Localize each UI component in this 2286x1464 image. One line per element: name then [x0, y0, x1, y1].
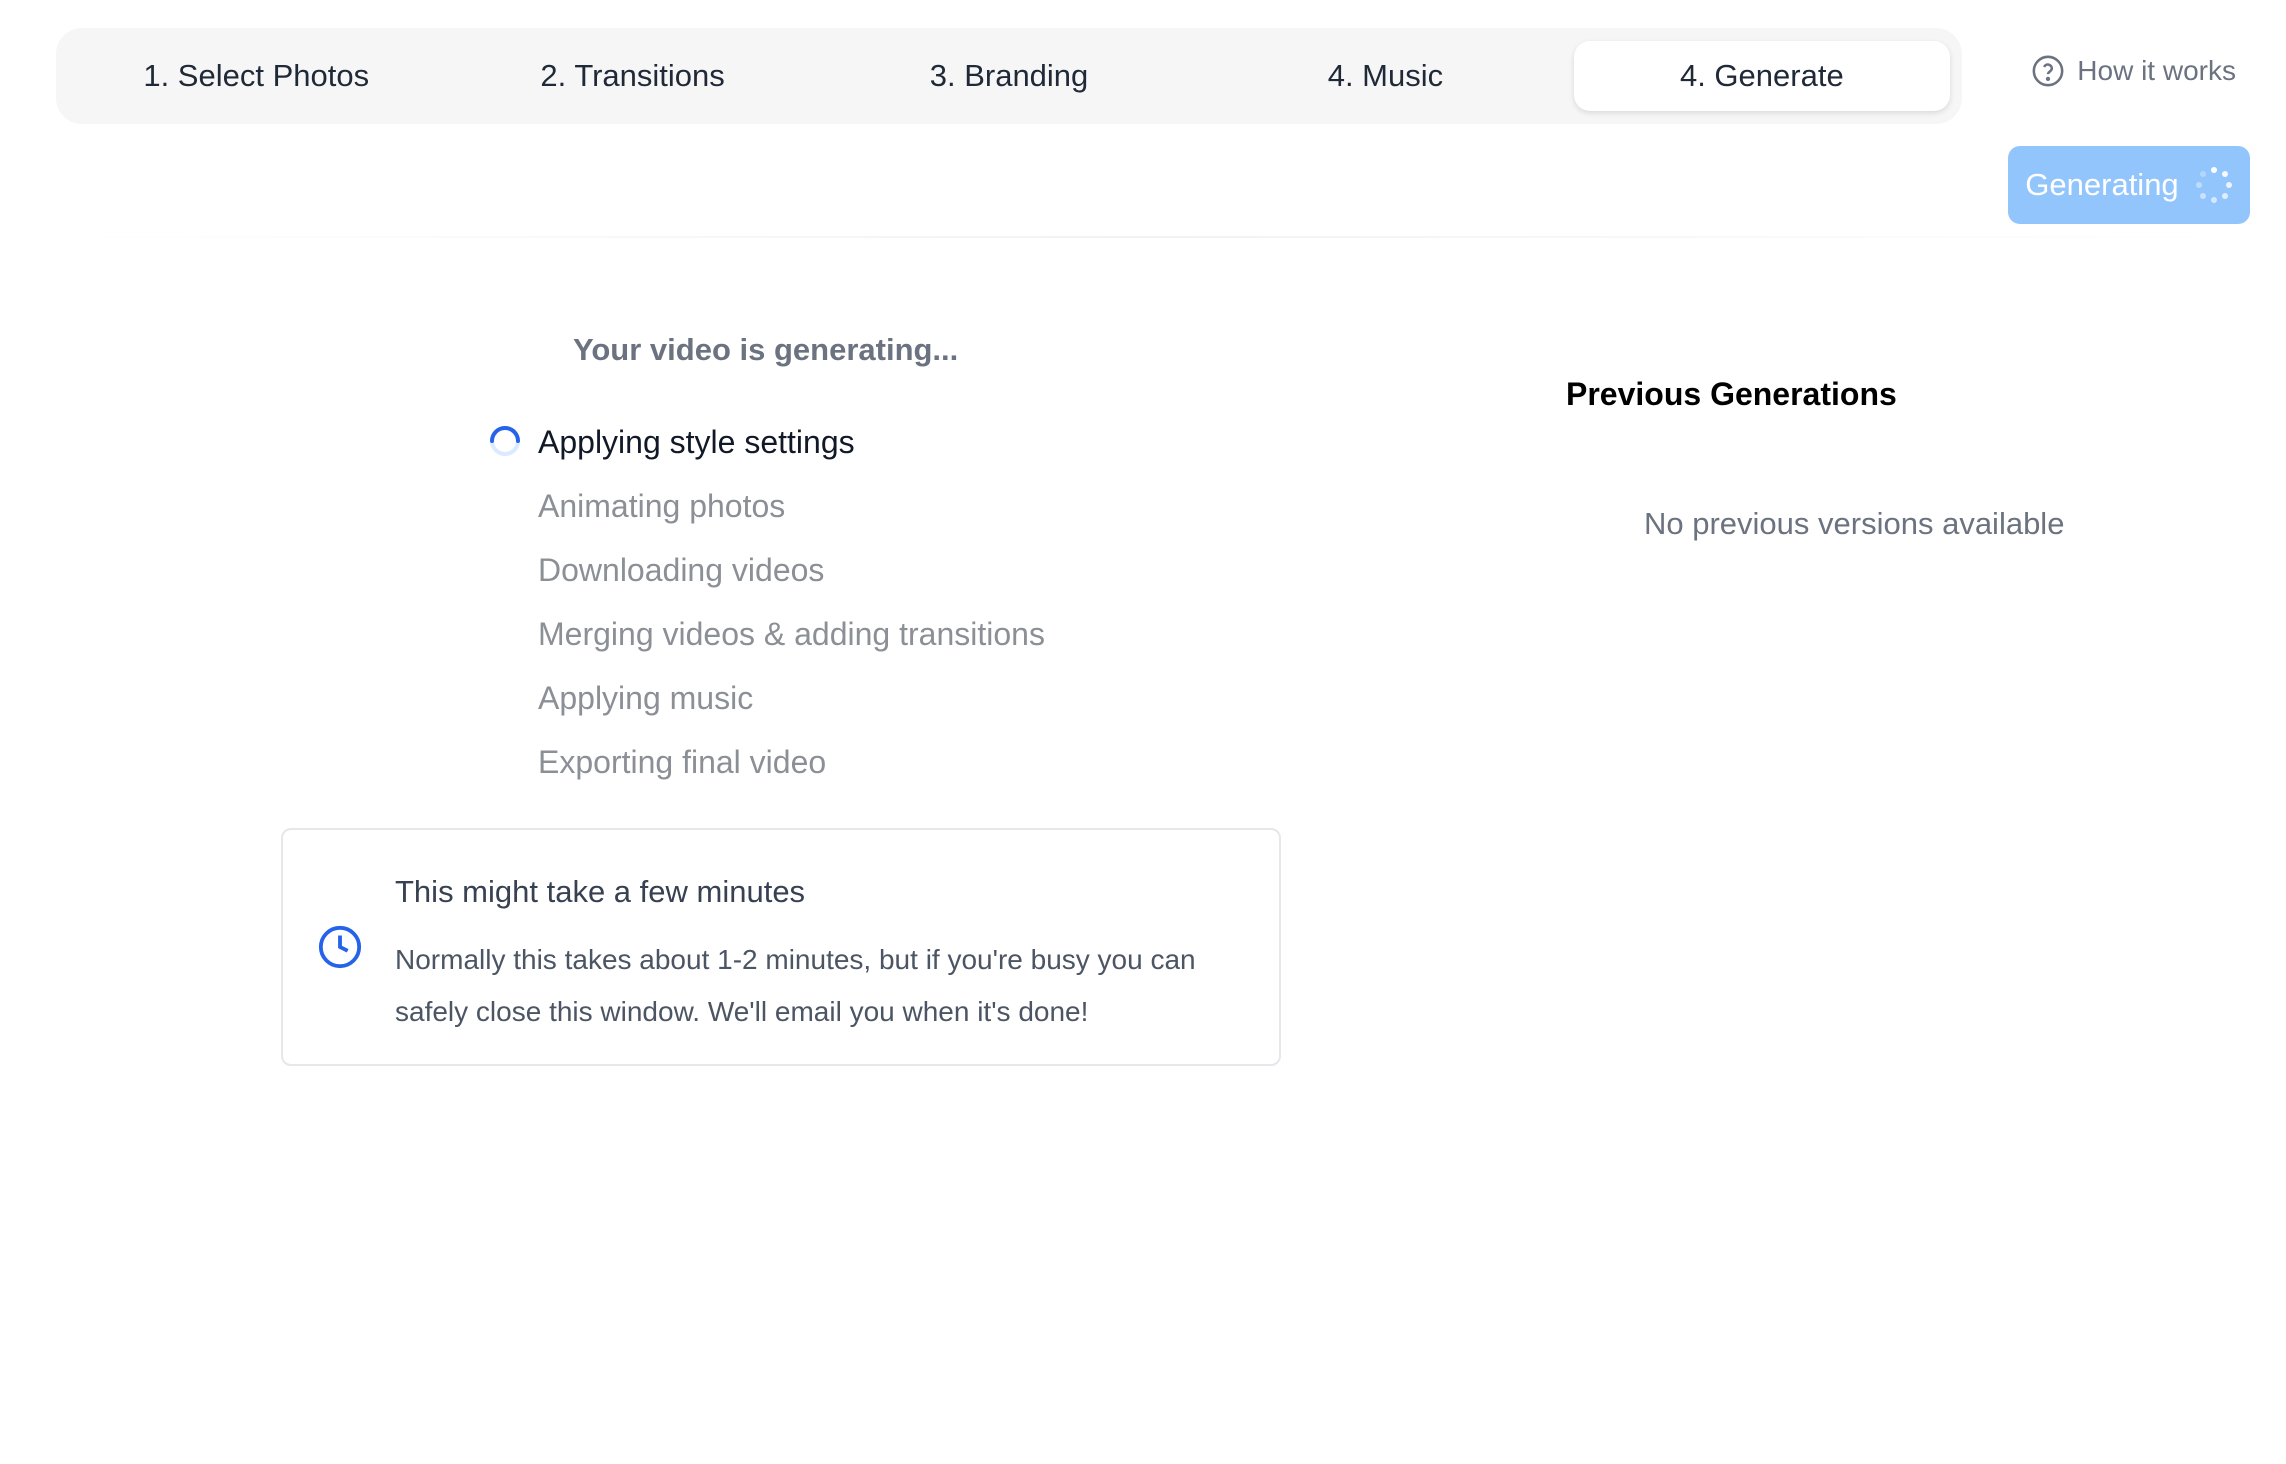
progress-item: Applying music	[488, 666, 1045, 730]
progress-item-label: Applying style settings	[538, 423, 855, 460]
progress-item-label: Applying music	[538, 679, 754, 716]
progress-item: Animating photos	[488, 474, 1045, 538]
how-it-works-label: How it works	[2077, 55, 2236, 86]
info-card: This might take a few minutes Normally t…	[281, 828, 1281, 1066]
page: 1. Select Photos 2. Transitions 3. Brand…	[0, 0, 2286, 1464]
generation-progress-list: Applying style settings Animating photos…	[488, 410, 1045, 794]
step-music[interactable]: 4. Music	[1197, 41, 1573, 111]
progress-item: Merging videos & adding transitions	[488, 602, 1045, 666]
progress-item: Applying style settings	[488, 410, 1045, 474]
spinner-dots-icon	[2195, 167, 2232, 203]
step-branding[interactable]: 3. Branding	[821, 41, 1197, 111]
how-it-works-link[interactable]: How it works	[2031, 54, 2236, 88]
progress-item-label: Animating photos	[538, 487, 786, 524]
step-transitions[interactable]: 2. Transitions	[444, 41, 820, 111]
progress-item-label: Downloading videos	[538, 551, 825, 588]
generating-button[interactable]: Generating	[2008, 146, 2250, 224]
previous-generations-empty: No previous versions available	[1644, 506, 2065, 541]
progress-item: Exporting final video	[488, 730, 1045, 794]
step-select-photos[interactable]: 1. Select Photos	[68, 41, 444, 111]
step-navigation: 1. Select Photos 2. Transitions 3. Brand…	[56, 28, 1962, 124]
question-circle-icon	[2032, 55, 2064, 87]
previous-generations-title: Previous Generations	[1566, 376, 1897, 412]
info-card-title: This might take a few minutes	[395, 874, 806, 909]
progress-item: Downloading videos	[488, 538, 1045, 602]
progress-item-label: Exporting final video	[538, 743, 827, 780]
generation-title: Your video is generating...	[573, 332, 959, 367]
info-card-text: Normally this takes about 1-2 minutes, b…	[395, 944, 1196, 1027]
step-generate[interactable]: 4. Generate	[1573, 41, 1951, 111]
loading-spinner-icon	[490, 426, 520, 456]
header-divider	[60, 236, 2240, 238]
generating-label: Generating	[2025, 167, 2179, 202]
progress-item-label: Merging videos & adding transitions	[538, 615, 1045, 652]
clock-icon	[318, 925, 362, 969]
